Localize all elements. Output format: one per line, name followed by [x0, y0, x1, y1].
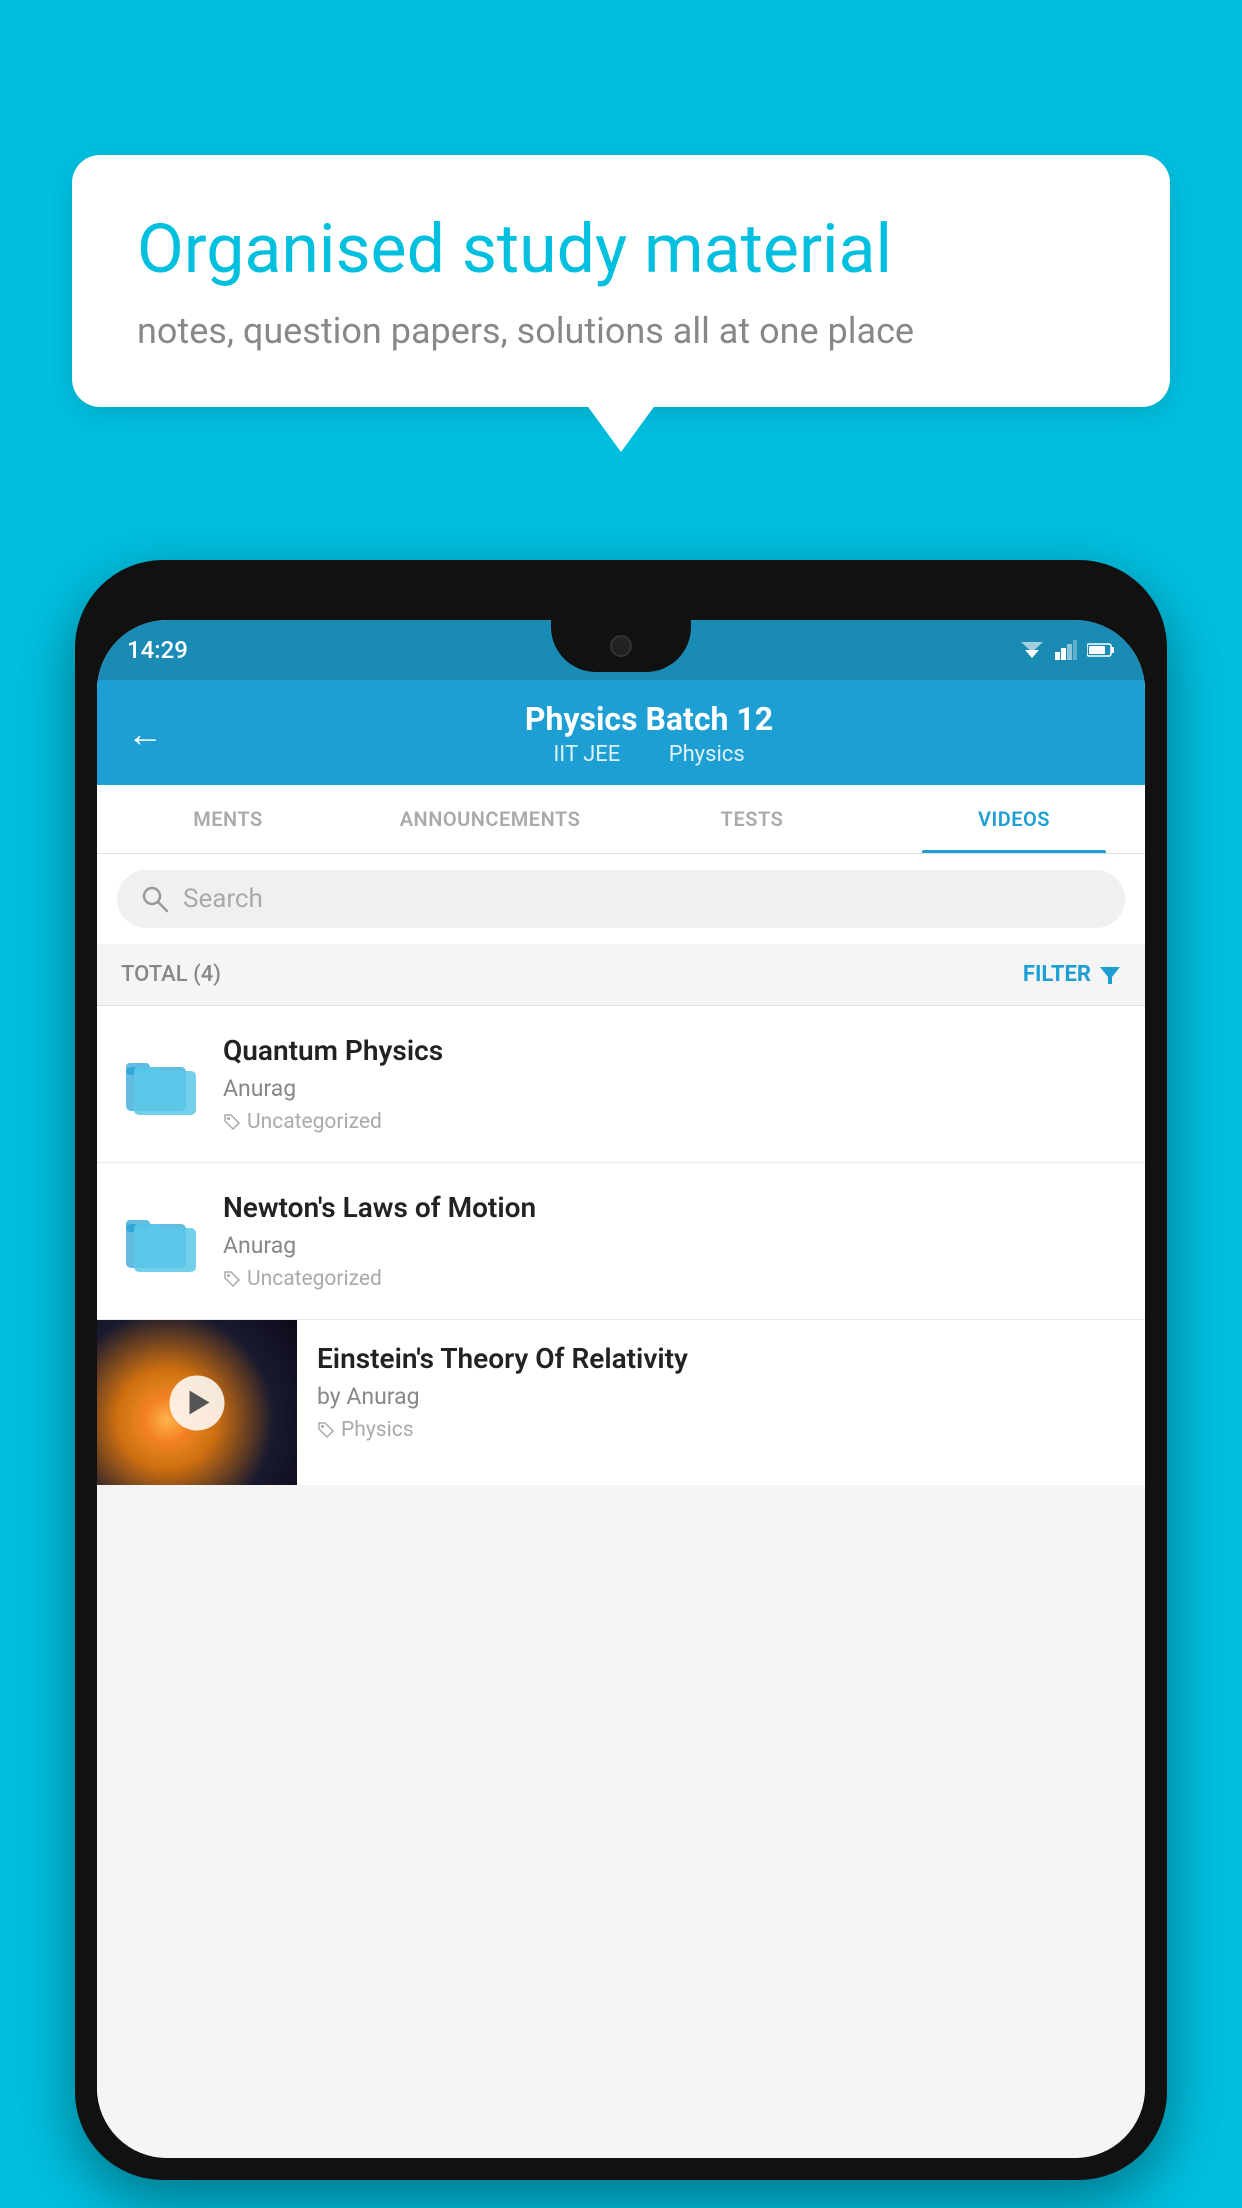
status-time: 14:29	[127, 636, 188, 664]
video-item-2[interactable]: Newton's Laws of Motion Anurag Uncategor…	[97, 1163, 1145, 1320]
tab-tests[interactable]: TESTS	[621, 785, 883, 853]
signal-icon	[1055, 640, 1077, 660]
header-title-area: Physics Batch 12 IIT JEE Physics	[183, 700, 1115, 767]
video-item-1[interactable]: Quantum Physics Anurag Uncategorized	[97, 1006, 1145, 1163]
video-tag-3: Physics	[317, 1418, 1125, 1442]
total-count: TOTAL (4)	[121, 962, 221, 987]
bubble-title: Organised study material	[137, 210, 1105, 288]
search-bar[interactable]: Search	[117, 870, 1125, 928]
tabs-bar: MENTS ANNOUNCEMENTS TESTS VIDEOS	[97, 785, 1145, 854]
search-icon	[141, 885, 169, 913]
subtitle-separator	[642, 742, 653, 767]
video-title-1: Quantum Physics	[223, 1034, 1121, 1067]
front-camera	[610, 635, 632, 657]
page-title: Physics Batch 12	[183, 700, 1115, 738]
video-thumbnail-3	[97, 1320, 297, 1485]
search-bar-container: Search	[97, 854, 1145, 944]
tab-videos[interactable]: VIDEOS	[883, 785, 1145, 853]
video-tag-1: Uncategorized	[223, 1110, 1121, 1134]
folder-icon-2	[121, 1201, 201, 1281]
video-list: Quantum Physics Anurag Uncategorized	[97, 1006, 1145, 1485]
video-info-3: Einstein's Theory Of Relativity by Anura…	[297, 1320, 1145, 1464]
filter-button[interactable]: FILTER	[1023, 962, 1121, 987]
tag-icon-2	[223, 1270, 241, 1288]
video-info-2: Newton's Laws of Motion Anurag Uncategor…	[223, 1191, 1121, 1291]
status-icons	[1019, 640, 1115, 660]
tag-icon-3	[317, 1421, 335, 1439]
tab-ments[interactable]: MENTS	[97, 785, 359, 853]
wifi-icon	[1019, 640, 1045, 660]
app-header: ← Physics Batch 12 IIT JEE Physics	[97, 680, 1145, 785]
phone-screen: 14:29	[97, 620, 1145, 2158]
video-info-1: Quantum Physics Anurag Uncategorized	[223, 1034, 1121, 1134]
video-title-3: Einstein's Theory Of Relativity	[317, 1342, 1125, 1375]
video-title-2: Newton's Laws of Motion	[223, 1191, 1121, 1224]
status-bar: 14:29	[97, 620, 1145, 680]
tab-announcements[interactable]: ANNOUNCEMENTS	[359, 785, 621, 853]
play-triangle-icon	[189, 1391, 209, 1415]
folder-icon-1	[121, 1044, 201, 1124]
search-placeholder: Search	[183, 884, 263, 914]
subtitle-physics: Physics	[669, 742, 745, 767]
folder-svg-2	[126, 1210, 196, 1272]
subtitle-iitjee: IIT JEE	[553, 742, 620, 767]
video-tag-2: Uncategorized	[223, 1267, 1121, 1291]
back-button[interactable]: ←	[127, 713, 163, 755]
filter-icon	[1099, 964, 1121, 986]
folder-svg-1	[126, 1053, 196, 1115]
video-item-3[interactable]: Einstein's Theory Of Relativity by Anura…	[97, 1320, 1145, 1485]
video-author-2: Anurag	[223, 1232, 1121, 1259]
video-author-1: Anurag	[223, 1075, 1121, 1102]
filter-bar: TOTAL (4) FILTER	[97, 944, 1145, 1006]
app-content: ← Physics Batch 12 IIT JEE Physics MENTS	[97, 680, 1145, 2158]
phone-frame: 14:29	[75, 560, 1167, 2180]
header-subtitle: IIT JEE Physics	[183, 742, 1115, 767]
speech-bubble: Organised study material notes, question…	[72, 155, 1170, 407]
tag-icon-1	[223, 1113, 241, 1131]
notch	[551, 620, 691, 672]
video-author-3: by Anurag	[317, 1383, 1125, 1410]
play-button[interactable]	[170, 1375, 225, 1430]
header-nav: ← Physics Batch 12 IIT JEE Physics	[127, 700, 1115, 785]
bubble-subtitle: notes, question papers, solutions all at…	[137, 310, 1105, 352]
battery-icon	[1087, 642, 1115, 658]
